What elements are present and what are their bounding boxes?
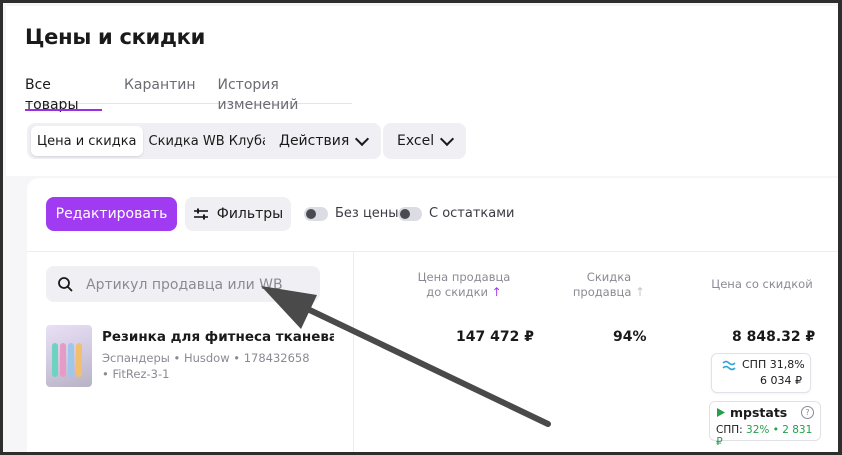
tab-history[interactable]: История изменений (218, 75, 353, 113)
spp-label: СПП 31,8% (742, 358, 805, 371)
column-header-seller-price[interactable]: Цена продавца до скидки ↑ (413, 270, 515, 300)
segment-wb-club-discount[interactable]: Скидка WB Клуба (143, 126, 276, 156)
help-icon[interactable]: ? (801, 406, 814, 419)
screenshot-frame: Цены и скидки Все товары Карантин Истори… (0, 0, 842, 455)
page-title: Цены и скидки (25, 25, 206, 49)
product-meta-line: Эспандеры • Husdow • 178432658 (102, 351, 310, 365)
product-name[interactable]: Резинка для фитнеса тканевая (+... (102, 329, 334, 345)
divider (353, 251, 354, 452)
mpstats-logo-icon (717, 408, 725, 417)
divider (27, 251, 838, 252)
price-mode-segment: Цена и скидка Скидка WB Клуба (27, 123, 280, 159)
column-header-seller-discount[interactable]: Скидка продавца ↑ (567, 270, 651, 300)
spp-badge: СПП 31,8% 6 034 ₽ (711, 353, 811, 393)
tab-all-products[interactable]: Все товары (25, 75, 102, 113)
filter-icon (193, 208, 208, 220)
column-header-label: Цена продавца (417, 270, 511, 284)
seller-discount-value: 94% (613, 329, 647, 345)
column-header-discounted-price[interactable]: Цена со скидкой (707, 277, 817, 292)
seller-price-value: 147 472 ₽ (456, 329, 534, 345)
search-icon (58, 277, 73, 292)
filters-button[interactable]: Фильтры (185, 197, 291, 231)
tab-quarantine[interactable]: Карантин (124, 75, 196, 103)
product-meta-line: • FitRez-3-1 (102, 367, 170, 381)
product-image[interactable] (46, 325, 92, 387)
excel-dropdown[interactable]: Excel (383, 123, 467, 159)
actions-dropdown-label: Действия (279, 133, 350, 149)
product-meta: Эспандеры • Husdow • 178432658 • FitRez-… (102, 350, 310, 382)
no-price-toggle[interactable] (304, 207, 328, 221)
spp-logo-icon (722, 360, 736, 371)
mpstats-line: СПП: 32% • 2 831 ₽ (716, 424, 820, 448)
mpstats-percent: 32% (746, 424, 770, 436)
mpstats-brand: mpstats (730, 405, 788, 420)
spp-value: 6 034 ₽ (760, 374, 802, 387)
no-price-toggle-label: Без цены (335, 206, 399, 221)
mpstats-line-label: СПП: (716, 424, 743, 436)
segment-price-discount[interactable]: Цена и скидка (31, 126, 143, 156)
search-input[interactable] (84, 266, 314, 304)
search-field (46, 266, 320, 304)
sort-arrow-icon[interactable]: ↑ (635, 285, 645, 299)
with-stock-toggle-label: С остатками (429, 206, 515, 221)
chevron-down-icon (440, 131, 455, 147)
actions-dropdown[interactable]: Действия (265, 123, 382, 159)
mpstats-widget: mpstats ? СПП: 32% • 2 831 ₽ (709, 401, 821, 448)
tab-bar: Все товары Карантин История изменений (25, 75, 353, 113)
excel-dropdown-label: Excel (397, 133, 435, 149)
discounted-price-value: 8 848.32 ₽ (732, 329, 816, 345)
column-header-label: Скидка (586, 270, 632, 284)
sort-arrow-icon[interactable]: ↑ (492, 285, 502, 299)
chevron-down-icon (355, 131, 370, 147)
products-panel: Редактировать Фильтры Без цены С остатка… (27, 178, 838, 452)
filters-button-label: Фильтры (216, 206, 284, 222)
with-stock-toggle[interactable] (398, 207, 422, 221)
edit-button[interactable]: Редактировать (46, 197, 177, 231)
column-header-label: продавца (572, 285, 632, 299)
column-header-label: до скидки (426, 285, 489, 299)
